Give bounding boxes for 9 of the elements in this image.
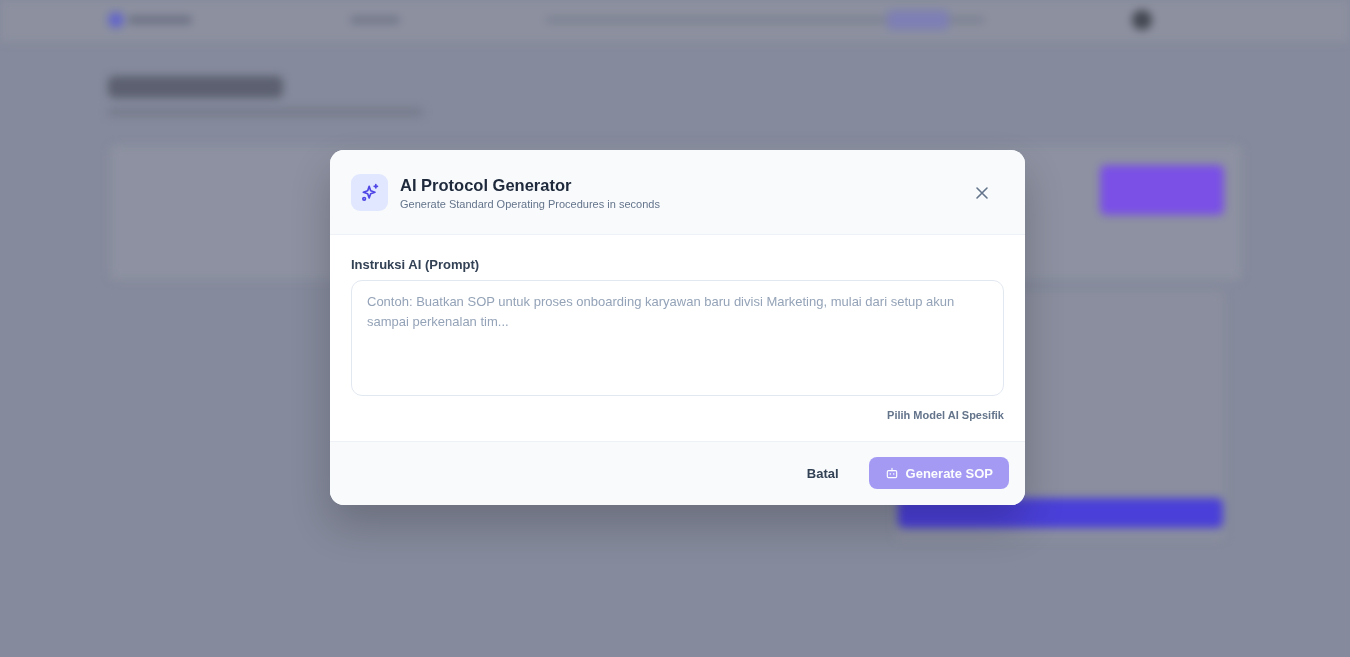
close-icon [974,184,990,201]
sparkle-icon [351,174,388,211]
field-label: Instruksi AI (Prompt) [351,257,481,272]
prompt-field[interactable]: Contoh: Buatkan SOP untuk proses onboarding karyawan baru divisi Marketing, mulai dari setup akun sampai perkenalan tim... [351,280,1004,396]
model-link[interactable]: Pilih Model AI Spesifik [887,409,1004,421]
dialog-title: AI Protocol Generator [400,175,573,195]
cancel-button[interactable]: Batal [790,457,855,489]
robot-icon [884,466,899,480]
dialog-subtitle: Generate Standard Operating Procedures in seconds [400,197,661,210]
